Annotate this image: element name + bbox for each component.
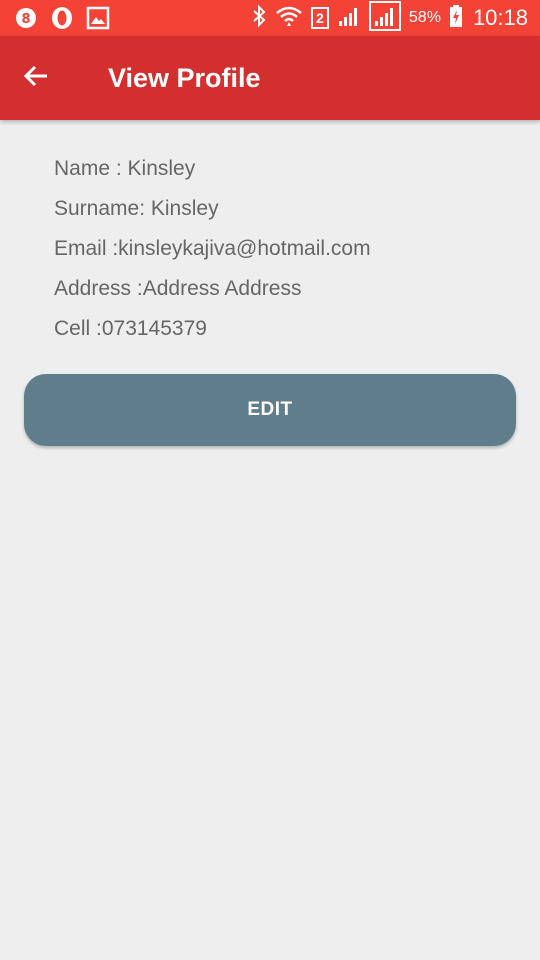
status-bar-right: 2 58% 10:18 (251, 0, 528, 36)
profile-email: Email :kinsleykajiva@hotmail.com (54, 237, 371, 260)
clock: 10:18 (472, 5, 528, 30)
svg-text:8: 8 (21, 12, 30, 27)
sim-2-icon: 2 (310, 7, 329, 29)
back-button[interactable] (16, 58, 56, 98)
status-bar-left: 8 (14, 6, 110, 35)
notification-app-icon: 8 (14, 6, 38, 35)
battery-charging-icon (449, 4, 463, 33)
status-bar: 8 2 58% 10:18 (0, 0, 540, 36)
battery-percentage: 58% (408, 9, 441, 26)
image-gallery-icon (86, 6, 110, 35)
wifi-icon (275, 4, 303, 33)
signal-icon (337, 4, 361, 33)
edit-button[interactable]: EDIT (24, 374, 516, 446)
arrow-back-icon (23, 64, 49, 93)
profile-cell: Cell :073145379 (54, 317, 207, 340)
profile-details: Name : Kinsley Surname: Kinsley Email :k… (54, 152, 371, 352)
opera-browser-icon (50, 6, 74, 35)
signal-icon (368, 0, 401, 36)
app-bar: View Profile (0, 36, 540, 120)
profile-address: Address :Address Address (54, 277, 302, 300)
page-title: View Profile (108, 63, 261, 93)
profile-name: Name : Kinsley (54, 157, 196, 180)
bluetooth-icon (251, 4, 267, 33)
profile-surname: Surname: Kinsley (54, 197, 219, 220)
